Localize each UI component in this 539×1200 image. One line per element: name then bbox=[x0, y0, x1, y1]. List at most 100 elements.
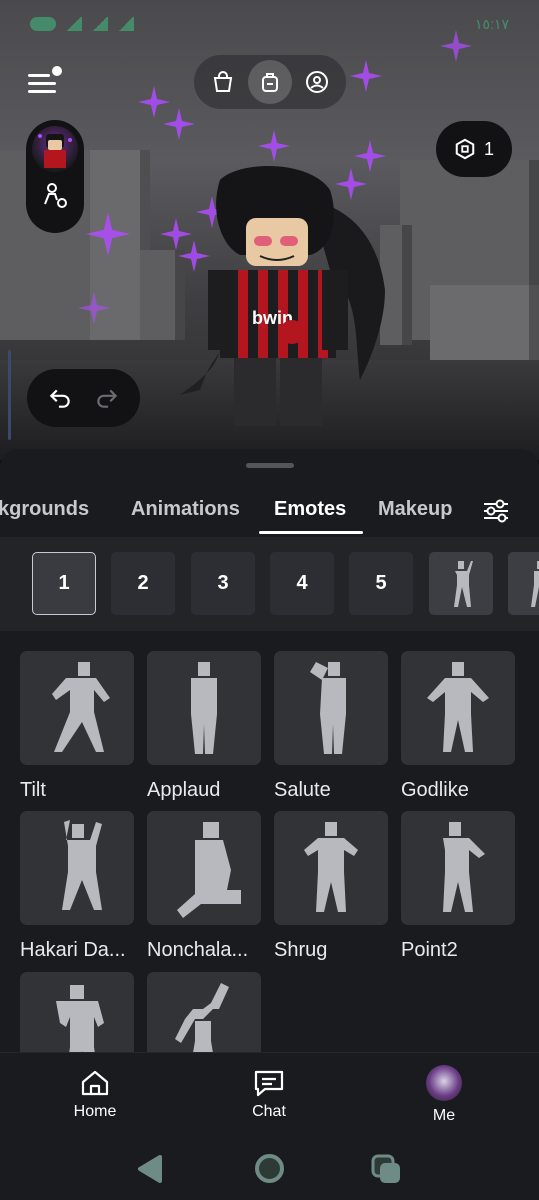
emote-slots: 1 2 3 4 5 bbox=[0, 537, 539, 631]
system-navigation-bar bbox=[0, 1137, 539, 1200]
emote-slot-2[interactable]: 2 bbox=[111, 552, 175, 615]
emote-label: Salute bbox=[274, 779, 331, 801]
editor-sheet: kgrounds Animations Emotes Makeup 1 2 3 … bbox=[0, 449, 539, 1137]
nav-home-label: Home bbox=[73, 1103, 117, 1120]
nav-chat-label: Chat bbox=[252, 1103, 286, 1120]
emote-thumbnail bbox=[147, 811, 261, 925]
emote-label: Point2 bbox=[401, 939, 458, 961]
emote-figure-icon bbox=[427, 662, 489, 752]
emote-item[interactable]: Hakari Da... bbox=[20, 811, 134, 962]
emote-label: Shrug bbox=[274, 939, 328, 961]
home-icon bbox=[81, 1070, 109, 1096]
emote-slot-5[interactable]: 5 bbox=[349, 552, 413, 615]
avatar-circle-icon bbox=[305, 71, 328, 93]
robux-balance[interactable]: 1 bbox=[436, 121, 512, 177]
emote-item[interactable]: Nonchala... bbox=[147, 811, 261, 962]
emote-item[interactable] bbox=[147, 972, 261, 1052]
robux-count: 1 bbox=[483, 138, 494, 159]
inventory-button[interactable] bbox=[247, 60, 292, 104]
avatar-thumbnail[interactable] bbox=[32, 126, 78, 172]
sparkle-icon bbox=[258, 130, 290, 162]
emote-thumbnail bbox=[401, 811, 515, 925]
avatar-settings-icon[interactable] bbox=[41, 182, 69, 210]
sparkle-icon bbox=[78, 292, 110, 324]
emote-figure-icon bbox=[177, 822, 241, 918]
back-icon[interactable] bbox=[134, 1154, 166, 1184]
sparkle-icon bbox=[86, 212, 130, 256]
emote-label: Applaud bbox=[147, 779, 221, 801]
sparkle-icon bbox=[163, 108, 195, 140]
menu-icon bbox=[28, 82, 56, 85]
emote-figure-icon bbox=[454, 560, 473, 607]
emote-figure-icon bbox=[175, 983, 229, 1052]
home-circle-icon[interactable] bbox=[255, 1154, 284, 1183]
emote-slot-1[interactable]: 1 bbox=[32, 552, 96, 615]
avatar-character[interactable]: bwin bbox=[160, 160, 400, 430]
avatar bbox=[426, 1065, 462, 1101]
emote-slot-4[interactable]: 4 bbox=[270, 552, 334, 615]
menu-icon bbox=[28, 90, 56, 93]
menu-button[interactable] bbox=[24, 66, 64, 98]
emote-item[interactable]: Applaud bbox=[147, 651, 261, 802]
tab-makeup[interactable]: Makeup bbox=[378, 498, 452, 521]
avatar-button[interactable] bbox=[295, 60, 339, 104]
emote-slot-3[interactable]: 3 bbox=[191, 552, 255, 615]
filter-icon[interactable] bbox=[480, 495, 512, 527]
scene-block bbox=[430, 285, 539, 360]
redo-icon[interactable] bbox=[94, 385, 120, 411]
emote-thumbnail bbox=[274, 651, 388, 765]
avatar-thumbnail-image bbox=[38, 134, 72, 168]
tab-backgrounds[interactable]: kgrounds bbox=[0, 498, 89, 521]
emote-figure-icon bbox=[531, 560, 539, 607]
chat-icon bbox=[254, 1070, 284, 1097]
nav-me[interactable]: Me bbox=[394, 1065, 494, 1125]
emote-thumbnail bbox=[20, 651, 134, 765]
battery-icon bbox=[30, 17, 56, 31]
emote-item[interactable]: Tilt bbox=[20, 651, 134, 802]
emote-thumbnail bbox=[20, 811, 134, 925]
tab-emotes[interactable]: Emotes bbox=[274, 498, 346, 521]
shop-button[interactable] bbox=[201, 60, 245, 104]
nav-home[interactable]: Home bbox=[45, 1069, 145, 1121]
emote-figure-icon bbox=[62, 820, 102, 910]
sparkle-icon bbox=[350, 60, 382, 92]
emote-item[interactable]: Shrug bbox=[274, 811, 388, 962]
emote-item[interactable]: Point2 bbox=[401, 811, 515, 962]
active-tab-indicator bbox=[259, 531, 363, 534]
shopping-bag-icon bbox=[214, 71, 233, 92]
avatar-switcher[interactable] bbox=[26, 120, 84, 233]
top-icon-group bbox=[194, 55, 346, 109]
emote-figure-icon bbox=[52, 662, 110, 752]
emote-figure-icon bbox=[56, 985, 104, 1052]
emote-slot-7[interactable] bbox=[508, 552, 539, 615]
status-bar: ١٥:١٧ bbox=[0, 0, 539, 48]
signal-icon bbox=[92, 17, 108, 31]
emote-thumbnail bbox=[20, 972, 134, 1052]
robux-icon bbox=[455, 138, 475, 160]
emote-figure-icon bbox=[304, 822, 358, 912]
emote-figure-icon bbox=[310, 662, 346, 754]
notification-dot bbox=[52, 66, 62, 76]
scroll-indicator bbox=[8, 350, 11, 440]
emote-item[interactable]: Godlike bbox=[401, 651, 515, 802]
emote-figure-icon bbox=[443, 822, 485, 912]
status-time: ١٥:١٧ bbox=[475, 15, 509, 32]
recents-icon[interactable] bbox=[371, 1154, 403, 1186]
emote-item[interactable]: Salute bbox=[274, 651, 388, 802]
emote-thumbnail bbox=[274, 811, 388, 925]
emote-grid: Tilt Applaud Salute Godlike Hakari Da...… bbox=[0, 631, 539, 1052]
tab-animations[interactable]: Animations bbox=[131, 498, 240, 521]
bottom-navigation: Home Chat Me bbox=[0, 1052, 539, 1137]
emote-label: Tilt bbox=[20, 779, 46, 801]
undo-redo-controls bbox=[27, 369, 140, 427]
nav-chat[interactable]: Chat bbox=[219, 1069, 319, 1121]
category-tabs: kgrounds Animations Emotes Makeup bbox=[0, 485, 539, 537]
menu-icon bbox=[28, 74, 50, 77]
signal-icon bbox=[118, 17, 134, 31]
emote-slot-6[interactable] bbox=[429, 552, 493, 615]
emote-thumbnail bbox=[147, 651, 261, 765]
sheet-handle[interactable] bbox=[246, 463, 294, 468]
emote-item[interactable] bbox=[20, 972, 134, 1052]
wifi-icon bbox=[66, 17, 82, 31]
undo-icon[interactable] bbox=[47, 385, 73, 411]
